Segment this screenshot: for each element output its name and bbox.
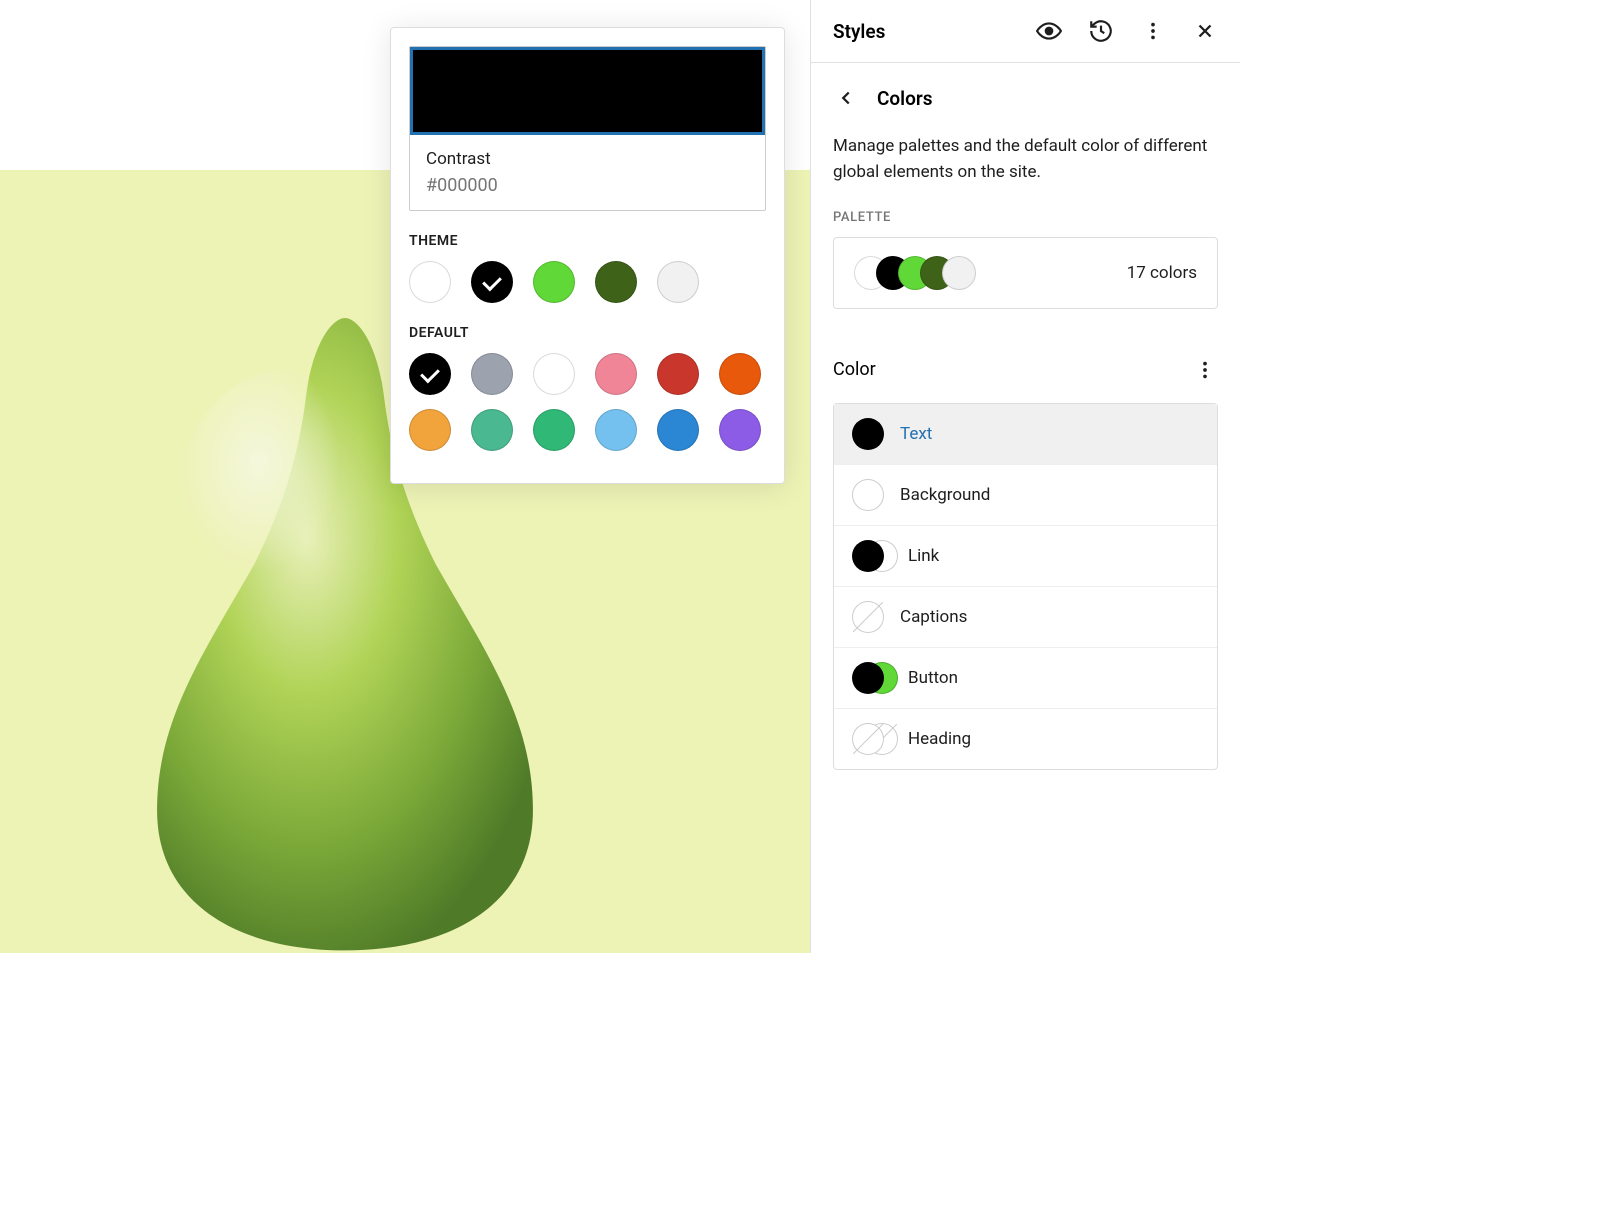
palette-count: 17 colors (1127, 263, 1197, 283)
color-swatch[interactable] (657, 353, 699, 395)
color-picker-popover: Contrast #000000 THEME DEFAULT (390, 27, 785, 484)
palette-mini-swatch (942, 256, 976, 290)
color-swatch[interactable] (595, 409, 637, 451)
color-section-header: Color (811, 309, 1240, 395)
element-label: Background (900, 485, 990, 505)
editor-canvas: Contrast #000000 THEME DEFAULT (0, 0, 810, 953)
element-label: Text (900, 424, 932, 444)
color-swatch[interactable] (471, 353, 513, 395)
more-icon[interactable] (1140, 18, 1166, 44)
sidebar-title: Styles (833, 20, 885, 43)
sidebar-header: Styles (811, 0, 1240, 63)
theme-section-label: THEME (409, 233, 766, 249)
color-preview-card: Contrast #000000 (409, 46, 766, 211)
color-swatch[interactable] (533, 353, 575, 395)
color-swatch[interactable] (471, 261, 513, 303)
color-name: Contrast (426, 149, 749, 169)
palette-card[interactable]: 17 colors (833, 237, 1218, 309)
element-row-heading[interactable]: Heading (834, 709, 1217, 769)
styles-sidebar: Styles Colors Manage palettes and the de… (810, 0, 1240, 953)
sidebar-description: Manage palettes and the default color of… (811, 133, 1240, 210)
eye-icon[interactable] (1036, 18, 1062, 44)
color-swatch[interactable] (657, 261, 699, 303)
element-label: Captions (900, 607, 967, 627)
sidebar-nav: Colors (811, 63, 1240, 133)
color-swatch[interactable] (409, 409, 451, 451)
history-icon[interactable] (1088, 18, 1114, 44)
color-swatch[interactable] (719, 409, 761, 451)
element-swatch (852, 601, 884, 633)
element-row-captions[interactable]: Captions (834, 587, 1217, 648)
palette-label: PALETTE (811, 210, 1240, 237)
color-swatch[interactable] (657, 409, 699, 451)
color-swatch[interactable] (409, 261, 451, 303)
element-row-background[interactable]: Background (834, 465, 1217, 526)
color-swatch[interactable] (533, 261, 575, 303)
color-swatch[interactable] (595, 353, 637, 395)
color-swatch[interactable] (471, 409, 513, 451)
element-label: Button (908, 668, 958, 688)
element-label: Heading (908, 729, 971, 749)
element-row-button[interactable]: Button (834, 648, 1217, 709)
close-icon[interactable] (1192, 18, 1218, 44)
color-heading: Color (833, 359, 876, 380)
element-swatch (852, 479, 884, 511)
color-swatch[interactable] (595, 261, 637, 303)
color-swatch[interactable] (533, 409, 575, 451)
default-section-label: DEFAULT (409, 325, 766, 341)
color-hex: #000000 (426, 175, 749, 196)
element-row-link[interactable]: Link (834, 526, 1217, 587)
back-icon[interactable] (833, 85, 859, 111)
element-swatch (852, 540, 892, 572)
color-more-icon[interactable] (1192, 357, 1218, 383)
color-swatch[interactable] (409, 353, 451, 395)
current-color-swatch[interactable] (410, 47, 765, 135)
color-swatch[interactable] (719, 353, 761, 395)
element-swatch (852, 662, 892, 694)
element-list: Text Background Link Captions Button Heading (833, 403, 1218, 770)
element-swatch (852, 723, 892, 755)
element-swatch (852, 418, 884, 450)
element-row-text[interactable]: Text (834, 404, 1217, 465)
element-label: Link (908, 546, 939, 566)
nav-title: Colors (877, 87, 932, 110)
